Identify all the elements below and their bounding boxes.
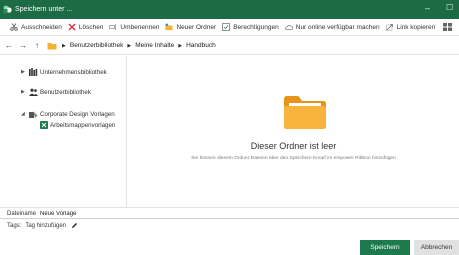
breadcrumb-item[interactable]: Handbuch [186,42,216,49]
sidebar-item-label: Corporate Design Vorlagen [40,110,115,118]
tags-label: Tags: [7,222,22,229]
chevron-right-icon[interactable]: ▶ [21,89,29,95]
pencil-icon[interactable] [71,222,78,229]
new-folder-button[interactable]: Neuer Ordner [165,20,216,34]
new-folder-label: Neuer Ordner [176,23,217,31]
breadcrumb-item[interactable]: Meine Inhalte [135,42,174,49]
new-folder-icon [165,23,174,31]
link-icon [385,23,394,31]
empty-state-title: Dieser Ordner ist leer [250,141,337,151]
up-arrow-icon[interactable]: ↑ [32,40,42,52]
add-tag-link[interactable]: Tag hinzufügen [25,223,66,229]
sidebar-item-label: Benutzerbibliothek [40,88,91,96]
library-icon [29,68,38,76]
scissors-icon [10,23,18,31]
cloud-icon [285,23,293,31]
forward-arrow-icon[interactable]: → [18,40,28,52]
cut-label: Ausschneiden [21,23,62,31]
navigation-bar: ← → ↑ ▶ Benutzerbibliothek ▶ Meine Inhal… [0,37,459,55]
window-title: Speichern unter ... [15,6,73,13]
cancel-button[interactable]: Abbrechen [414,240,459,255]
minimize-icon[interactable]: – [425,3,430,13]
sidebar-item-workbook-templates[interactable]: Arbeitsmappenvorlagen [39,121,115,129]
sharepoint-logo-icon [3,5,12,14]
toolbar: Ausschneiden Löschen Umbenennen Neuer Or… [0,19,459,36]
rename-button[interactable]: Umbenennen [109,20,159,34]
file-list-area: Dieser Ordner ist leer Sie können diesem… [128,56,459,207]
filename-input[interactable] [40,211,241,217]
excel-icon [39,121,48,129]
sidebar: ▶ Unternehmensbibliothek ▶ Benutzerbibli… [0,56,127,207]
empty-state-subtitle: Sie können diesem Ordner Dateien über de… [191,156,396,161]
filename-row: Dateiname [7,211,241,217]
delete-x-icon [68,23,76,31]
online-only-button[interactable]: Nur online verfügbar machen [285,20,380,34]
copy-link-button[interactable]: Link kopieren [385,20,436,34]
title-bar: Speichern unter ... – ☐ [0,0,459,19]
breadcrumb-separator: ▶ [127,42,132,49]
cut-button[interactable]: Ausschneiden [10,20,62,34]
rename-icon [109,23,117,31]
back-arrow-icon[interactable]: ← [4,40,14,52]
permissions-button[interactable]: Berechtigungen [222,20,279,34]
rename-label: Umbenennen [120,23,160,31]
sidebar-item-label: Unternehmensbibliothek [40,68,107,76]
maximize-icon[interactable]: ☐ [446,3,453,12]
permissions-icon [222,23,231,31]
sidebar-item-label: Arbeitsmappenvorlagen [50,121,116,129]
delete-button[interactable]: Löschen [68,20,104,34]
chevron-right-icon[interactable]: ▶ [21,69,29,75]
copy-link-label: Link kopieren [396,23,436,31]
empty-folder-icon [282,94,328,132]
sidebar-item-corporate-design[interactable]: ◢ Corporate Design Vorlagen [21,110,115,118]
online-only-label: Nur online verfügbar machen [295,23,380,31]
sidebar-item-user-library[interactable]: ▶ Benutzerbibliothek [21,88,91,96]
design-library-icon [29,110,38,118]
tags-row: Tags: Tag hinzufügen [7,222,78,229]
delete-label: Löschen [78,23,104,31]
breadcrumb-separator: ▶ [178,42,183,49]
breadcrumb-item[interactable]: Benutzerbibliothek [70,42,123,49]
users-icon [29,88,38,96]
view-toggle-icon[interactable] [443,23,452,33]
permissions-label: Berechtigungen [233,23,279,31]
save-button[interactable]: Speichern [360,240,410,255]
folder-icon [46,40,58,52]
filename-label: Dateiname [7,211,37,217]
sidebar-item-company-library[interactable]: ▶ Unternehmensbibliothek [21,68,107,76]
chevron-down-icon[interactable]: ◢ [21,111,29,117]
breadcrumb-separator: ▶ [62,42,66,49]
filename-underline [0,218,459,219]
